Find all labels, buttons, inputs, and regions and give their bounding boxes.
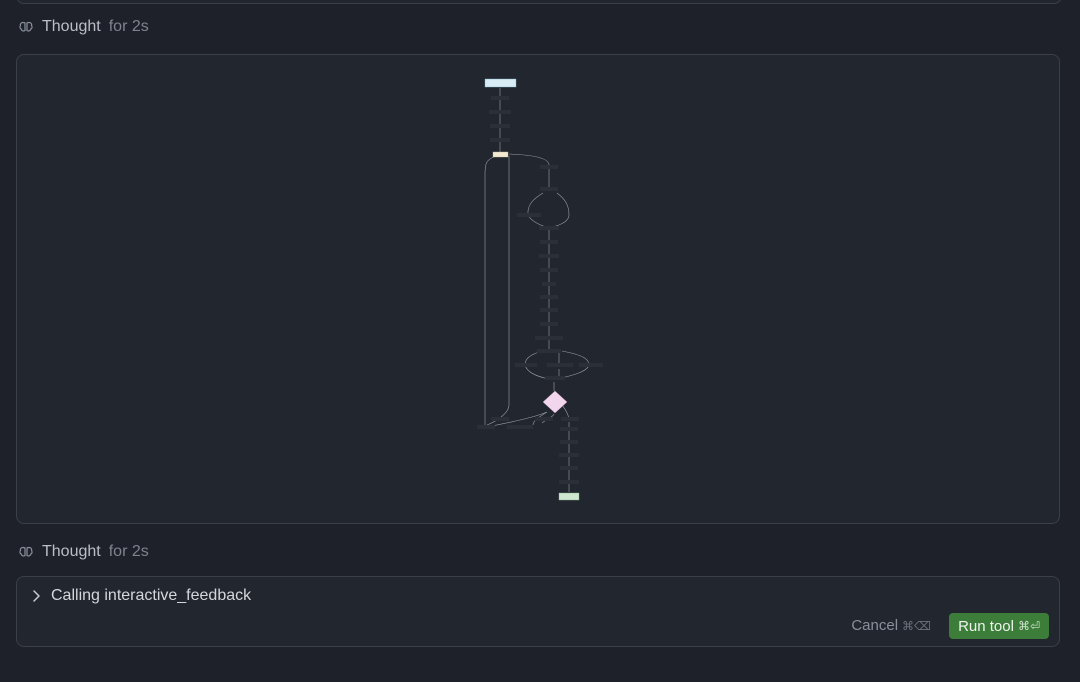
thought-indicator-1[interactable]: Thought for 2s: [18, 17, 149, 37]
thought-duration: for 2s: [108, 18, 149, 35]
tool-call-card: Calling interactive_feedback Cancel ⌘⌫ R…: [16, 576, 1060, 647]
diagram-preview: [16, 54, 1060, 524]
flowchart-diagram: [477, 78, 603, 501]
tool-call-label: Calling interactive_feedback: [51, 587, 252, 604]
cancel-label: Cancel: [851, 617, 899, 634]
cancel-button[interactable]: Cancel ⌘⌫: [851, 617, 931, 634]
tool-call-header[interactable]: Calling interactive_feedback: [29, 587, 251, 605]
thought-indicator-2[interactable]: Thought for 2s: [18, 542, 149, 562]
thought-duration: for 2s: [108, 543, 149, 560]
thought-label: Thought: [42, 543, 101, 560]
brain-icon: [19, 546, 33, 557]
run-tool-label: Run tool: [958, 617, 1014, 635]
brain-icon: [19, 21, 33, 32]
chevron-right-icon[interactable]: [29, 589, 43, 603]
run-tool-shortcut: ⌘⏎: [1017, 619, 1040, 633]
cancel-shortcut: ⌘⌫: [902, 618, 931, 633]
run-tool-button[interactable]: Run tool ⌘⏎: [949, 613, 1049, 639]
previous-card: [16, 0, 1062, 4]
thought-label: Thought: [42, 18, 101, 35]
